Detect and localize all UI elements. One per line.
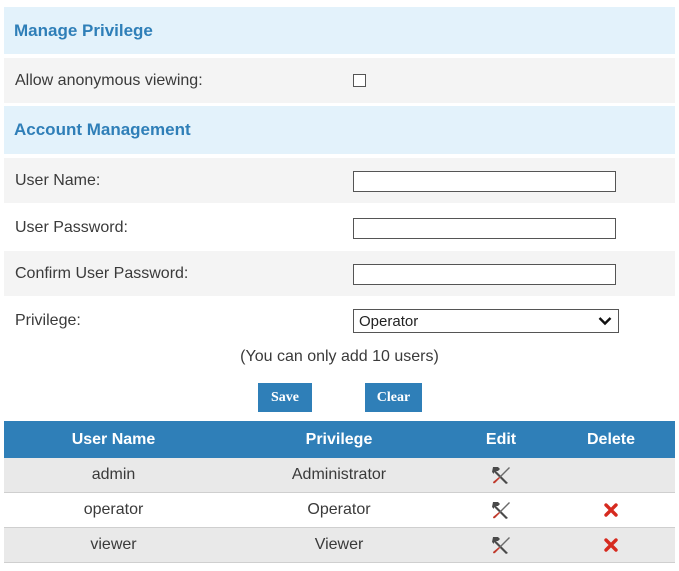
anonymous-viewing-checkbox[interactable]	[353, 74, 366, 87]
chevron-down-icon	[598, 317, 612, 326]
col-header-delete: Delete	[547, 421, 675, 458]
col-header-user-name: User Name	[4, 421, 223, 458]
privilege-row: Privilege: Operator	[4, 298, 675, 344]
anonymous-viewing-label: Allow anonymous viewing:	[15, 71, 203, 89]
privilege-label: Privilege:	[15, 312, 81, 329]
manage-privilege-header: Manage Privilege	[4, 7, 675, 54]
red-x-icon[interactable]	[604, 503, 618, 517]
privilege-select[interactable]: Operator	[353, 309, 619, 333]
table-header-row: User Name Privilege Edit Delete	[4, 421, 675, 458]
clear-button[interactable]: Clear	[365, 383, 422, 412]
confirm-password-row: Confirm User Password:	[4, 251, 675, 296]
user-table: User Name Privilege Edit Delete admin Ad…	[4, 421, 675, 563]
red-x-icon[interactable]	[604, 538, 618, 552]
tools-icon[interactable]	[490, 535, 512, 555]
table-row: operator Operator	[4, 492, 675, 528]
cell-user-name: operator	[4, 492, 223, 528]
save-button[interactable]: Save	[258, 383, 312, 412]
user-password-label: User Password:	[15, 218, 128, 236]
account-management-header: Account Management	[4, 106, 675, 154]
confirm-password-label: Confirm User Password:	[15, 264, 189, 282]
cell-privilege: Administrator	[223, 458, 455, 493]
cell-privilege: Operator	[223, 492, 455, 528]
table-row: admin Administrator	[4, 458, 675, 493]
user-name-input[interactable]	[353, 171, 616, 192]
manage-privilege-title: Manage Privilege	[14, 20, 153, 40]
cell-delete	[547, 458, 675, 493]
confirm-password-input[interactable]	[353, 264, 616, 285]
col-header-privilege: Privilege	[223, 421, 455, 458]
cell-delete	[547, 527, 675, 563]
cell-user-name: admin	[4, 458, 223, 493]
cell-privilege: Viewer	[223, 527, 455, 563]
table-row: viewer Viewer	[4, 527, 675, 563]
anonymous-viewing-row: Allow anonymous viewing:	[4, 58, 675, 103]
user-password-row: User Password:	[4, 205, 675, 250]
cell-delete	[547, 492, 675, 528]
account-management-title: Account Management	[14, 120, 191, 139]
tools-icon[interactable]	[490, 500, 512, 520]
user-name-row: User Name:	[4, 158, 675, 203]
cell-user-name: viewer	[4, 527, 223, 563]
tools-icon[interactable]	[490, 465, 512, 485]
privilege-selected-value: Operator	[359, 312, 419, 330]
cell-edit	[455, 492, 547, 528]
cell-edit	[455, 527, 547, 563]
cell-edit	[455, 458, 547, 493]
user-name-label: User Name:	[15, 171, 101, 189]
user-password-input[interactable]	[353, 218, 616, 239]
user-limit-note: (You can only add 10 users)	[240, 348, 439, 365]
col-header-edit: Edit	[455, 421, 547, 458]
